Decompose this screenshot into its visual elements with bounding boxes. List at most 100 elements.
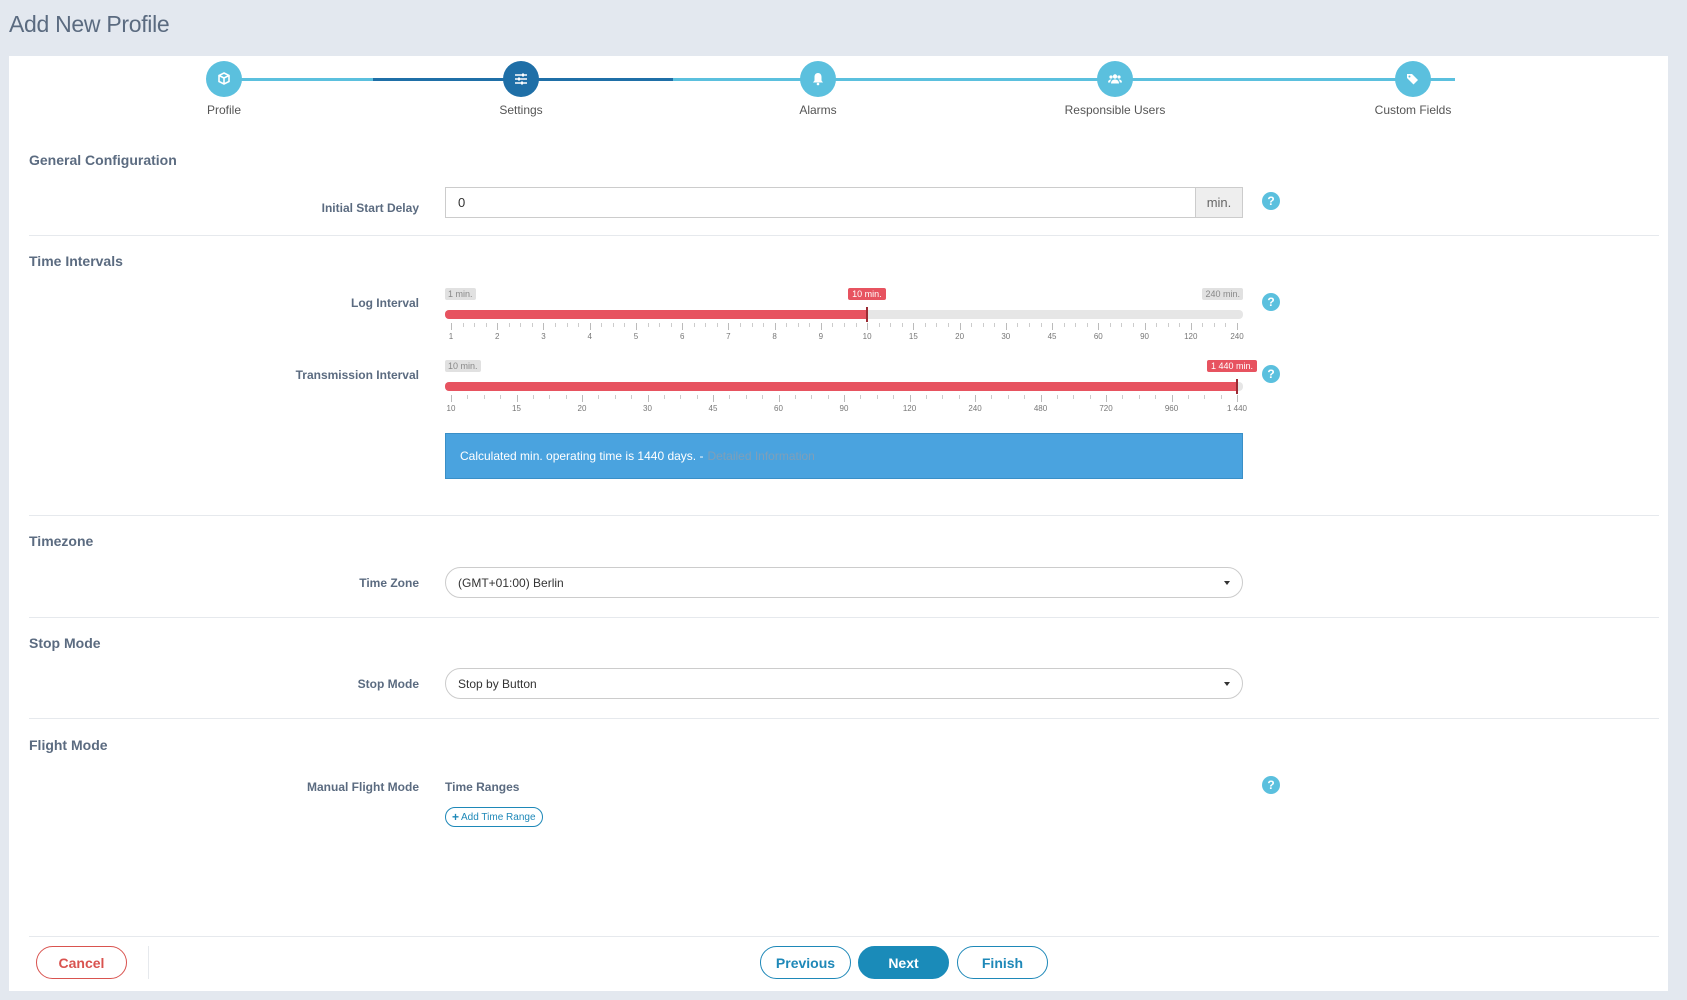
section-divider bbox=[29, 617, 1659, 618]
help-icon[interactable]: ? bbox=[1262, 365, 1280, 383]
wizard-panel: Profile Settings Alarms Responsible User… bbox=[9, 56, 1668, 991]
slider-tick bbox=[1040, 395, 1042, 402]
slider-tick bbox=[1052, 323, 1054, 330]
caret-down-icon bbox=[1224, 580, 1230, 585]
stop-mode-select[interactable]: Stop by Button bbox=[445, 668, 1243, 699]
slider-tick bbox=[959, 323, 961, 330]
slider-minor-tick bbox=[1121, 323, 1123, 327]
slider-tick bbox=[713, 395, 714, 402]
slider-minor-tick bbox=[624, 323, 626, 327]
users-icon bbox=[1097, 61, 1133, 97]
transmission-interval-label: Transmission Interval bbox=[295, 368, 419, 382]
slider-tick bbox=[728, 323, 730, 330]
help-icon[interactable]: ? bbox=[1262, 192, 1280, 210]
slider-minor-tick bbox=[1167, 323, 1169, 327]
slider-minor-tick bbox=[1007, 395, 1009, 399]
slider-tick bbox=[774, 323, 776, 330]
step-profile[interactable]: Profile bbox=[144, 61, 304, 117]
slider-minor-tick bbox=[532, 395, 534, 399]
slider-minor-tick bbox=[1063, 323, 1065, 327]
step-label: Responsible Users bbox=[1064, 103, 1166, 117]
section-stop-mode: Stop Mode bbox=[29, 635, 101, 651]
slider-minor-tick bbox=[680, 395, 682, 399]
slider-current-label: 1 440 min. bbox=[1207, 360, 1258, 372]
slider-minor-tick bbox=[647, 323, 649, 327]
slider-minor-tick bbox=[549, 395, 551, 399]
slider-minor-tick bbox=[696, 395, 698, 399]
slider-track[interactable] bbox=[445, 310, 1243, 319]
slider-minor-tick bbox=[751, 323, 753, 327]
footer-divider bbox=[29, 936, 1659, 937]
next-button[interactable]: Next bbox=[858, 946, 949, 979]
slider-track[interactable] bbox=[445, 382, 1243, 391]
caret-down-icon bbox=[1224, 681, 1230, 686]
slider-tick-label: 90 bbox=[839, 404, 849, 413]
slider-tick bbox=[635, 323, 637, 330]
section-divider bbox=[29, 515, 1659, 516]
slider-tick-label: 20 bbox=[577, 404, 587, 413]
help-icon[interactable]: ? bbox=[1262, 293, 1280, 311]
slider-tick-label: 20 bbox=[955, 332, 965, 341]
time-ranges-heading: Time Ranges bbox=[445, 780, 520, 794]
slider-minor-tick bbox=[1202, 323, 1204, 327]
help-icon[interactable]: ? bbox=[1262, 776, 1280, 794]
slider-tick-label: 10 bbox=[862, 332, 872, 341]
step-settings[interactable]: Settings bbox=[441, 61, 601, 117]
slider-tick-label: 30 bbox=[1001, 332, 1011, 341]
initial-start-delay-label: Initial Start Delay bbox=[321, 201, 419, 215]
slider-tick-label: 720 bbox=[1099, 404, 1113, 413]
manual-flight-mode-label: Manual Flight Mode bbox=[307, 780, 419, 794]
slider-tick-label: 7 bbox=[726, 332, 731, 341]
section-flight-mode: Flight Mode bbox=[29, 737, 108, 753]
slider-tick bbox=[1106, 395, 1107, 402]
slider-minor-tick bbox=[876, 395, 878, 399]
step-custom-fields[interactable]: Custom Fields bbox=[1333, 61, 1493, 117]
time-zone-select[interactable]: (GMT+01:00) Berlin bbox=[445, 567, 1243, 598]
slider-current-label: 10 min. bbox=[848, 288, 886, 300]
transmission-interval-slider[interactable]: 10 min. 1 440 min. 10 15 20 30 45 60 90 120 240 4… bbox=[445, 360, 1258, 420]
slider-minor-tick bbox=[565, 395, 567, 399]
initial-start-delay-input[interactable] bbox=[446, 188, 1195, 217]
slider-minor-tick bbox=[844, 323, 845, 327]
step-responsible-users[interactable]: Responsible Users bbox=[1035, 61, 1195, 117]
finish-button[interactable]: Finish bbox=[957, 946, 1048, 979]
slider-minor-tick bbox=[520, 323, 522, 327]
page-title: Add New Profile bbox=[9, 11, 170, 37]
slider-tick bbox=[589, 323, 591, 330]
slider-tick bbox=[1144, 323, 1146, 330]
step-alarms[interactable]: Alarms bbox=[738, 61, 898, 117]
cancel-button[interactable]: Cancel bbox=[36, 946, 127, 979]
slider-minor-tick bbox=[716, 323, 718, 327]
slider-minor-tick bbox=[631, 395, 633, 399]
slider-tick bbox=[451, 395, 452, 402]
slider-handle[interactable] bbox=[1236, 379, 1238, 394]
slider-tick bbox=[844, 395, 845, 402]
slider-tick bbox=[913, 323, 915, 330]
slider-tick bbox=[778, 395, 780, 402]
slider-tick-label: 120 bbox=[902, 404, 917, 413]
step-label: Custom Fields bbox=[1374, 103, 1452, 117]
slider-minor-tick bbox=[1225, 323, 1227, 327]
plus-icon: + bbox=[452, 810, 460, 824]
slider-tick bbox=[647, 395, 649, 402]
section-timezone: Timezone bbox=[29, 533, 94, 549]
slider-minor-tick bbox=[878, 323, 880, 327]
slider-tick-label: 480 bbox=[1033, 404, 1048, 413]
previous-button[interactable]: Previous bbox=[760, 946, 851, 979]
slider-minor-tick bbox=[1213, 323, 1215, 327]
slider-minor-tick bbox=[1220, 395, 1222, 399]
slider-minor-tick bbox=[1089, 395, 1091, 399]
slider-minor-tick bbox=[832, 323, 834, 327]
add-time-range-button[interactable]: + Add Time Range bbox=[445, 807, 543, 827]
slider-minor-tick bbox=[1075, 323, 1077, 327]
slider-minor-tick bbox=[1122, 395, 1124, 399]
slider-tick bbox=[1171, 395, 1173, 402]
section-divider bbox=[29, 235, 1659, 236]
slider-minor-tick bbox=[786, 323, 788, 327]
slider-tick-label: 6 bbox=[679, 332, 685, 341]
slider-handle[interactable] bbox=[866, 307, 869, 322]
slider-minor-tick bbox=[797, 323, 799, 327]
log-interval-slider[interactable]: 1 min. 240 min. 10 min. 1 2 3 4 5 6 7 8 9 10 15 20 3… bbox=[445, 288, 1244, 348]
slider-tick-label: 15 bbox=[908, 332, 918, 341]
detailed-information-link[interactable]: Detailed Information bbox=[707, 449, 814, 463]
